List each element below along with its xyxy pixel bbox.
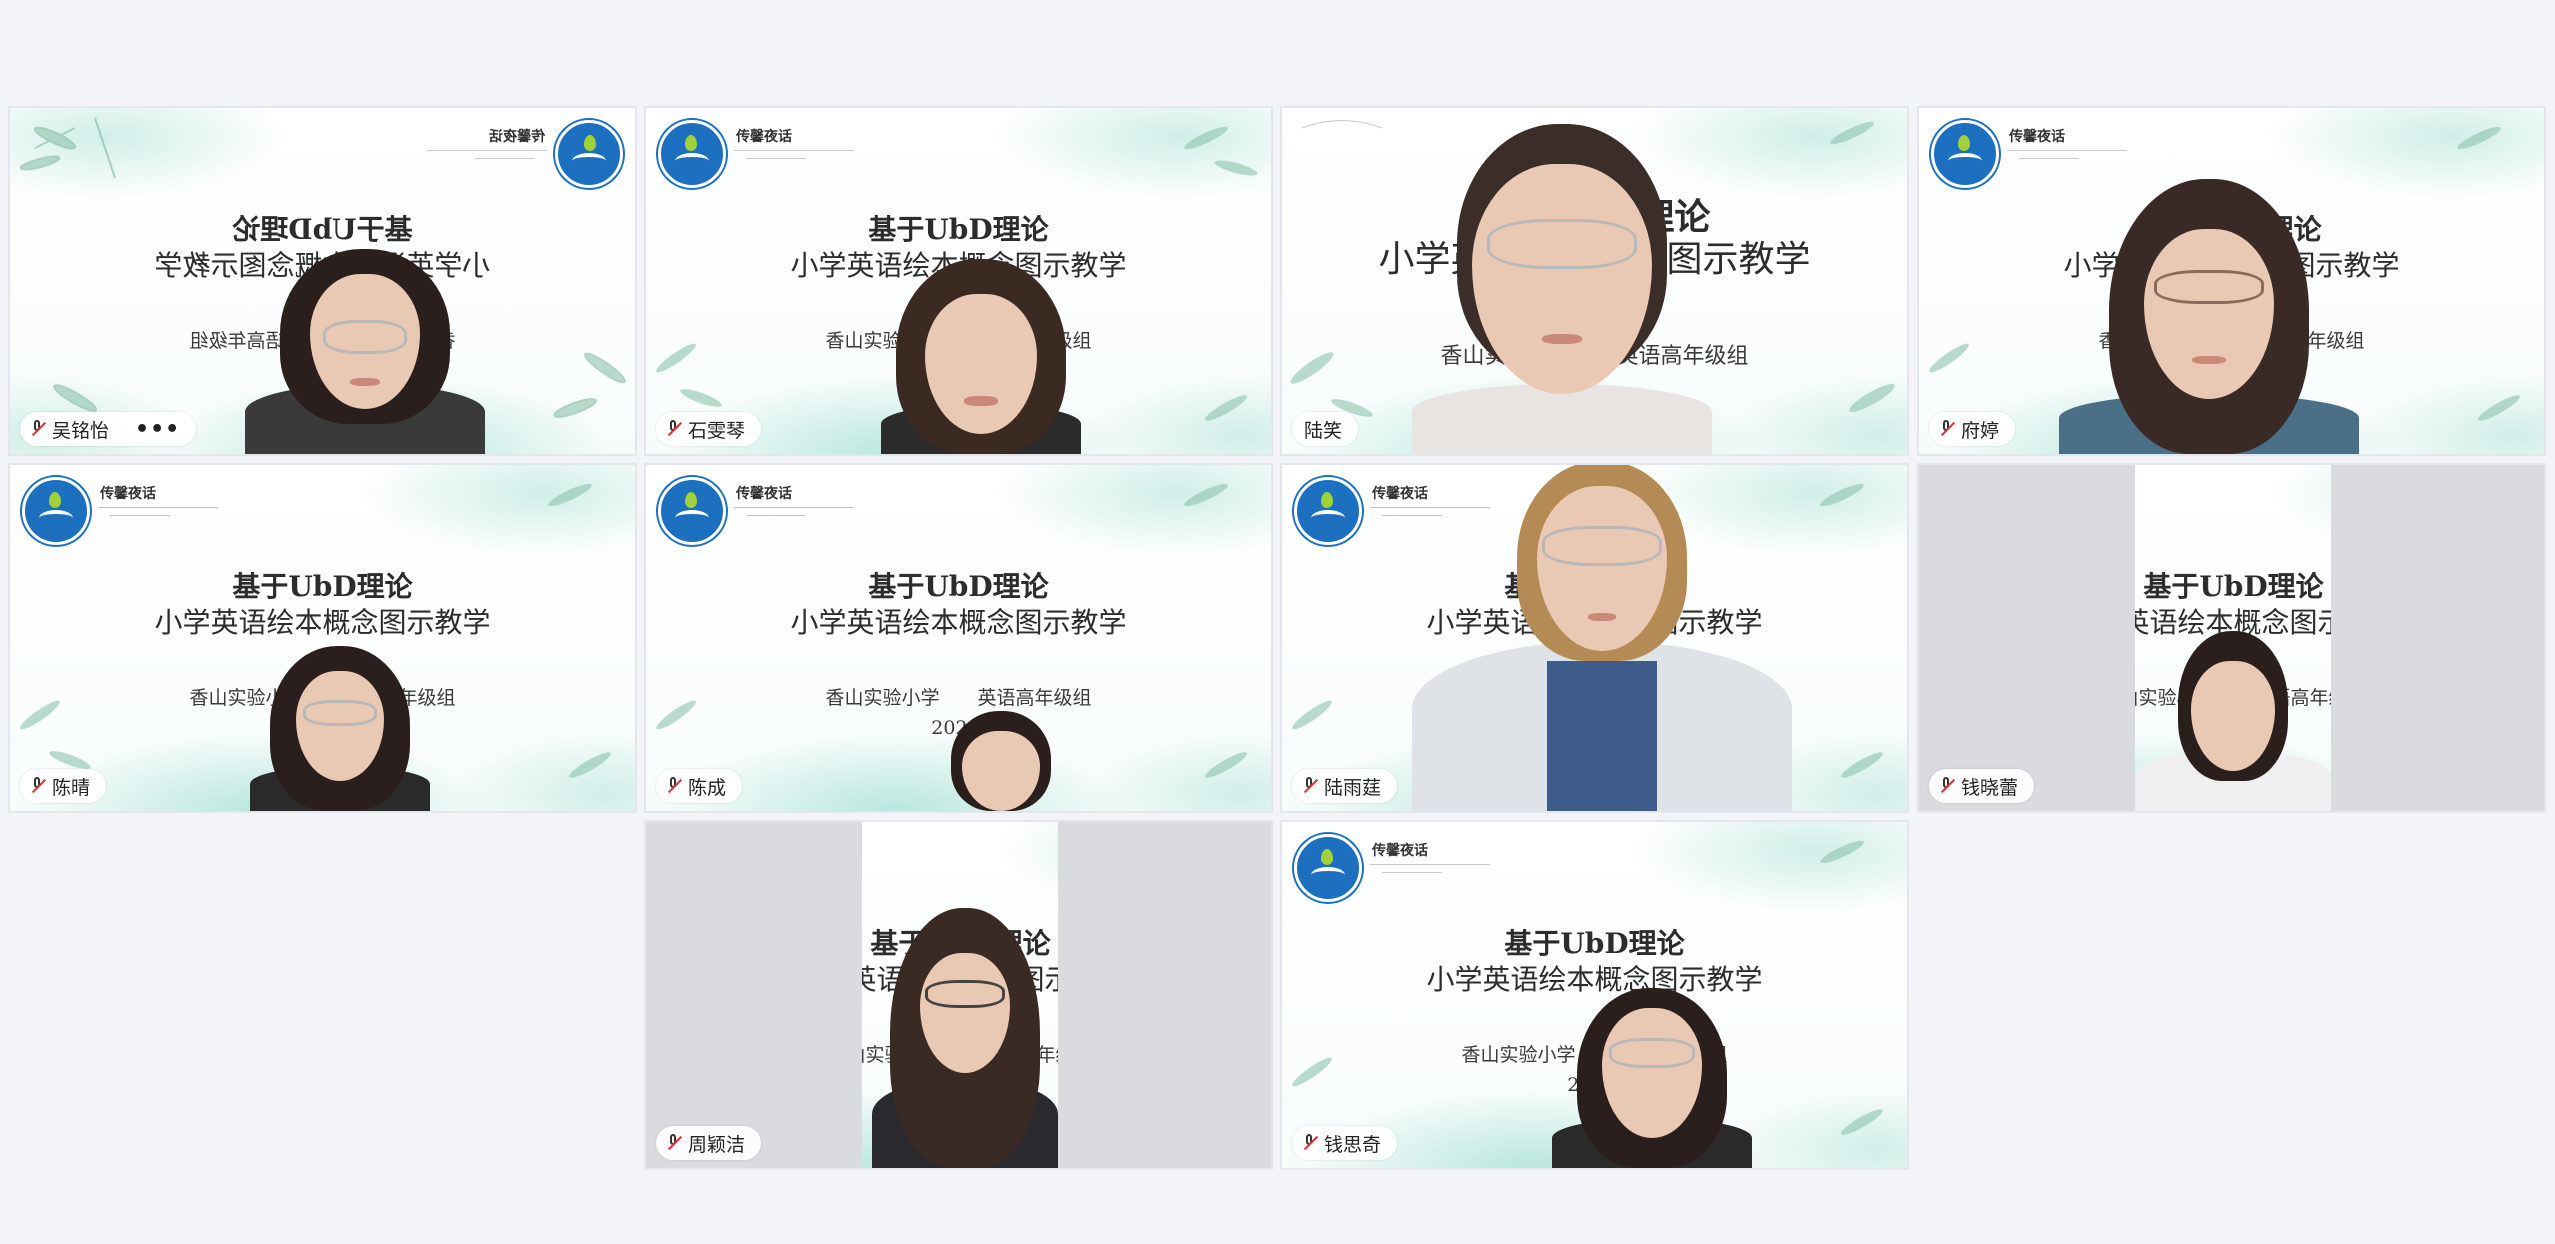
video-tile-6[interactable]: 传馨夜话 基于UbD理论 小学英语绘本概念图示教学 香山实验小学 英语高年级组 … — [644, 463, 1273, 813]
brand-divider — [2019, 158, 2079, 159]
name-badge: 陈成 — [656, 769, 743, 803]
school-logo-icon — [555, 120, 623, 188]
video-tile-3[interactable]: 基于UbD理论 小学英语绘本概念图示教学 香山实验小学 英语高年级组 陆笑 — [1280, 106, 1909, 456]
participant-name: 陆雨莛 — [1324, 776, 1382, 799]
school-logo-icon — [658, 477, 726, 545]
school-logo-icon — [1294, 477, 1362, 545]
brand-divider — [1370, 864, 1490, 865]
participant-video — [1412, 109, 1712, 454]
participant-video — [881, 259, 1081, 454]
mic-muted-icon — [1302, 1134, 1316, 1152]
brand-divider — [734, 507, 854, 508]
name-badge: 吴铭怡 ••• — [20, 412, 197, 446]
slide-title-line1: 基于UbD理论 — [868, 570, 1049, 603]
participant-video — [872, 898, 1058, 1168]
slide-title-line2: 小学英语绘本概念图示教学 — [790, 606, 1127, 639]
mic-muted-icon — [30, 777, 44, 795]
portrait-video: 基于UbD理论 小学英语绘本概念图示教学 香山实验小学 英语高年级组 — [862, 822, 1058, 1168]
video-tile-8[interactable]: 基于UbD理论 小学英语绘本概念图示教学 香山实验小学 英语高年级组 钱晓蕾 — [1917, 463, 2546, 813]
brand-divider — [1382, 872, 1442, 873]
participant-video — [1552, 988, 1752, 1168]
slide-brand: 传馨夜话 — [100, 486, 156, 502]
video-tile-1[interactable]: 传馨夜话 基于UbD理论 小学英语绘本概念图示教学 香山实验小学 英语高年级组 … — [8, 106, 637, 456]
video-tile-4[interactable]: 传馨夜话 基于UbD理论 小学英语绘本概念图示教学 香山实验小学 英语高年级组 … — [1917, 106, 2546, 456]
brand-divider — [427, 150, 547, 151]
brand-divider — [734, 150, 854, 151]
name-badge: 钱晓蕾 — [1929, 769, 2035, 803]
slide-brand: 传馨夜话 — [1372, 843, 1428, 859]
slide-brand: 传馨夜话 — [2009, 129, 2065, 145]
participant-name: 吴铭怡 — [52, 419, 110, 442]
video-tile-10[interactable]: 传馨夜话 基于UbD理论 小学英语绘本概念图示教学 香山实验小学 英语高年级组 … — [1280, 820, 1909, 1170]
slide-brand: 传馨夜话 — [489, 129, 545, 145]
video-tile-7[interactable]: 传馨夜话 基于UbD理论 小学英语绘本概念图示教学 陆雨莛 — [1280, 463, 1909, 813]
more-options-icon[interactable]: ••• — [135, 417, 180, 442]
mic-muted-icon — [666, 1134, 680, 1152]
brand-divider — [98, 507, 218, 508]
slide-title-line1: 基于UbD理论 — [232, 213, 413, 246]
mic-muted-icon — [30, 420, 44, 438]
participant-name: 钱晓蕾 — [1961, 776, 2019, 799]
slide-title-line1: 基于UbD理论 — [2143, 570, 2324, 603]
participant-video — [250, 646, 430, 811]
name-badge: 府婷 — [1929, 412, 2016, 446]
brand-divider — [746, 158, 806, 159]
school-logo-icon — [22, 477, 90, 545]
participant-video — [946, 711, 1056, 811]
participant-name: 周颖洁 — [688, 1133, 746, 1156]
slide-school: 香山实验小学 英语高年级组 — [825, 687, 1092, 709]
participant-name: 陈晴 — [52, 776, 91, 799]
mic-muted-icon — [1939, 777, 1953, 795]
mic-muted-icon — [666, 777, 680, 795]
participant-name: 陈成 — [688, 776, 727, 799]
name-badge: 钱思奇 — [1292, 1126, 1398, 1160]
school-logo-icon — [658, 120, 726, 188]
slide-title-line1: 基于UbD理论 — [868, 213, 1049, 246]
name-badge: 周颖洁 — [656, 1126, 762, 1160]
slide-title-line1: 基于UbD理论 — [1504, 927, 1685, 960]
school-logo-icon — [1931, 120, 1999, 188]
name-badge: 陆笑 — [1292, 412, 1359, 446]
slide-title-line1: 基于UbD理论 — [232, 570, 413, 603]
participant-video — [240, 249, 490, 454]
participant-name: 府婷 — [1961, 419, 2000, 442]
participant-name: 钱思奇 — [1324, 1133, 1382, 1156]
brand-divider — [746, 515, 806, 516]
participant-video — [1402, 465, 1802, 811]
video-tile-5[interactable]: 传馨夜话 基于UbD理论 小学英语绘本概念图示教学 香山实验小学 英语高年级组 … — [8, 463, 637, 813]
participant-video — [2059, 174, 2359, 454]
slide-brand: 传馨夜话 — [736, 129, 792, 145]
participant-name: 石雯琴 — [688, 419, 746, 442]
school-logo-icon — [1294, 834, 1362, 902]
mic-muted-icon — [1302, 777, 1316, 795]
slide-brand: 传馨夜话 — [736, 486, 792, 502]
mic-muted-icon — [1939, 420, 1953, 438]
brand-divider — [475, 158, 535, 159]
video-tile-2[interactable]: 传馨夜话 基于UbD理论 小学英语绘本概念图示教学 香山实验小学 英语高年级组 … — [644, 106, 1273, 456]
brand-divider — [110, 515, 170, 516]
brand-divider — [2007, 150, 2127, 151]
name-badge: 陈晴 — [20, 769, 107, 803]
name-badge: 石雯琴 — [656, 412, 762, 446]
name-badge: 陆雨莛 — [1292, 769, 1398, 803]
video-grid: 传馨夜话 基于UbD理论 小学英语绘本概念图示教学 香山实验小学 英语高年级组 … — [0, 0, 2555, 1244]
participant-video — [2135, 631, 2331, 811]
participant-name: 陆笑 — [1304, 419, 1343, 442]
slide-title-line2: 小学英语绘本概念图示教学 — [154, 606, 491, 639]
portrait-video: 基于UbD理论 小学英语绘本概念图示教学 香山实验小学 英语高年级组 — [2135, 465, 2331, 811]
video-tile-9[interactable]: 基于UbD理论 小学英语绘本概念图示教学 香山实验小学 英语高年级组 周颖洁 — [644, 820, 1273, 1170]
mic-muted-icon — [666, 420, 680, 438]
